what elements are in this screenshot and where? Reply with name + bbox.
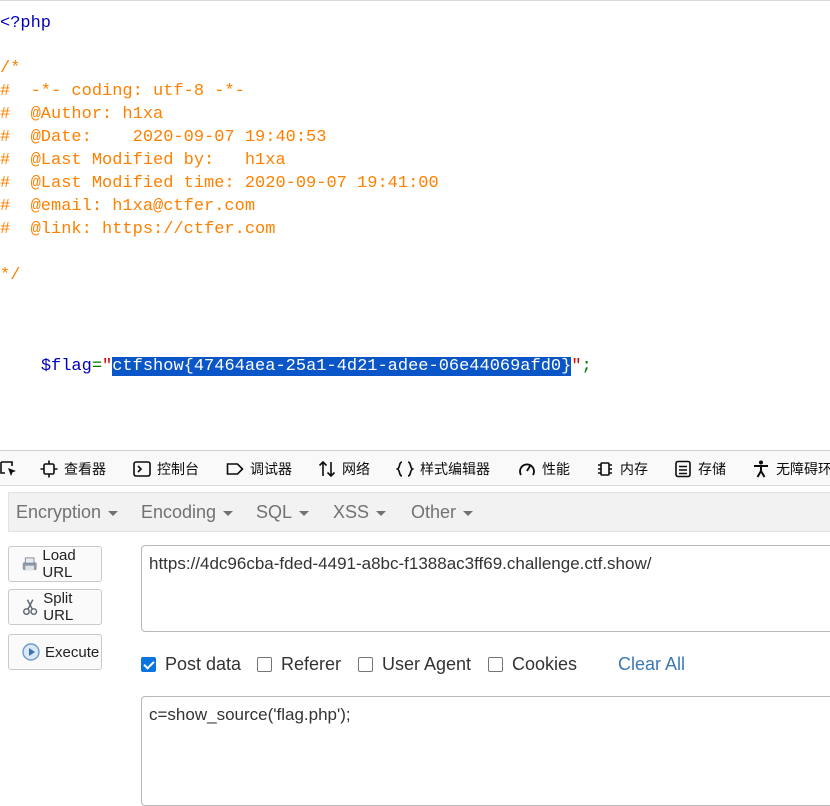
menu-other[interactable]: Other <box>411 493 474 531</box>
url-input[interactable]: https://4dc96cba-fded-4491-a8bc-f1388ac3… <box>141 545 830 632</box>
storage-icon <box>675 460 691 477</box>
console-icon <box>133 460 151 477</box>
comment-line: # @email: h1xa@ctfer.com <box>0 197 256 216</box>
post-data-input[interactable]: c=show_source('flag.php'); <box>141 696 830 806</box>
menu-sql[interactable]: SQL <box>256 493 310 531</box>
tab-label: 查看器 <box>64 461 106 478</box>
comment-line: # @Last Modified time: 2020-09-07 19:41:… <box>0 174 439 193</box>
chevron-down-icon <box>108 510 119 516</box>
tab-storage[interactable]: 存储 <box>674 451 726 485</box>
tab-label: 无障碍环 <box>776 461 830 478</box>
tab-label: 网络 <box>342 461 370 478</box>
comment-line: # @Author: h1xa <box>0 105 164 124</box>
tab-console[interactable]: 控制台 <box>133 451 199 485</box>
comment-line: /* <box>0 59 21 78</box>
comment-line: # -*- coding: utf-8 -*- <box>0 82 245 101</box>
php-open-tag: <?php <box>0 14 52 33</box>
clear-all-link[interactable]: Clear All <box>618 654 685 675</box>
tab-label: 调试器 <box>250 461 292 478</box>
comment-line: # @link: https://ctfer.com <box>0 220 276 239</box>
style-editor-icon <box>396 460 414 477</box>
tab-label: 性能 <box>542 461 570 478</box>
tab-label: 存储 <box>698 461 726 478</box>
button-label: Execute <box>45 643 100 661</box>
debugger-icon <box>226 462 244 475</box>
tab-inspector[interactable]: 查看器 <box>40 451 106 485</box>
tab-label: 内存 <box>620 461 648 478</box>
menu-encoding[interactable]: Encoding <box>141 493 234 531</box>
flag-close-quote: " <box>571 357 582 376</box>
user-agent-checkbox[interactable]: User Agent <box>358 654 471 675</box>
referer-checkbox[interactable]: Referer <box>257 654 341 675</box>
tab-memory[interactable]: 内存 <box>596 451 648 485</box>
flag-line: $flag="ctfshow{47464aea-25a1-4d21-adee-0… <box>0 334 592 376</box>
execute-button[interactable]: Execute <box>8 634 102 670</box>
hackbar-menu: Encryption Encoding SQL XSS Other <box>8 492 830 532</box>
post-data-checkbox[interactable]: Post data <box>141 654 241 675</box>
cookies-checkbox[interactable]: Cookies <box>488 654 577 675</box>
checkbox-label: Referer <box>281 654 342 674</box>
element-picker-button[interactable] <box>0 451 24 485</box>
checkbox-unchecked[interactable] <box>488 657 503 672</box>
comment-line: */ <box>0 266 21 285</box>
source-view: <?php /* # -*- coding: utf-8 -*- # @Auth… <box>0 0 830 450</box>
load-url-button[interactable]: Load URL <box>8 546 102 582</box>
scissors-icon <box>23 599 38 616</box>
tab-accessibility[interactable]: 无障碍环 <box>752 451 830 485</box>
flag-equals: = <box>91 357 103 376</box>
flag-semicolon: ; <box>581 357 592 376</box>
accessibility-icon <box>754 460 768 478</box>
checkbox-label: User Agent <box>382 654 472 674</box>
checkbox-unchecked[interactable] <box>257 657 272 672</box>
menu-encryption[interactable]: Encryption <box>16 493 119 531</box>
devtools-toolbar: 查看器 控制台 调试器 网络 样式编辑器 性能 内存 存储 无障碍环 <box>0 450 830 486</box>
checkbox-checked[interactable] <box>141 657 156 672</box>
pick-element-icon <box>0 460 16 476</box>
play-icon <box>22 643 40 661</box>
flag-variable: $flag <box>40 357 92 376</box>
tab-network[interactable]: 网络 <box>318 451 370 485</box>
tab-debugger[interactable]: 调试器 <box>226 451 292 485</box>
button-label: Load URL <box>42 547 76 581</box>
tab-performance[interactable]: 性能 <box>518 451 570 485</box>
chevron-down-icon <box>376 510 387 516</box>
chevron-down-icon <box>299 510 310 516</box>
checkbox-unchecked[interactable] <box>358 657 373 672</box>
tab-label: 样式编辑器 <box>420 461 490 478</box>
chevron-down-icon <box>463 510 474 516</box>
comment-line: # @Last Modified by: h1xa <box>0 151 286 170</box>
split-url-button[interactable]: Split URL <box>8 589 102 625</box>
inspector-icon <box>40 460 58 477</box>
load-icon <box>22 557 37 571</box>
chevron-down-icon <box>223 510 234 516</box>
menu-xss[interactable]: XSS <box>333 493 387 531</box>
performance-icon <box>519 463 535 475</box>
tab-style-editor[interactable]: 样式编辑器 <box>396 451 490 485</box>
flag-open-quote: " <box>102 357 113 376</box>
checkbox-label: Cookies <box>512 654 578 674</box>
checkbox-label: Post data <box>165 654 242 674</box>
memory-icon <box>598 461 612 476</box>
button-label: Split URL <box>43 590 74 624</box>
comment-line: # @Date: 2020-09-07 19:40:53 <box>0 128 327 147</box>
network-icon <box>318 460 336 477</box>
flag-value-selected[interactable]: ctfshow{47464aea-25a1-4d21-adee-06e44069… <box>112 357 572 376</box>
tab-label: 控制台 <box>157 461 199 478</box>
